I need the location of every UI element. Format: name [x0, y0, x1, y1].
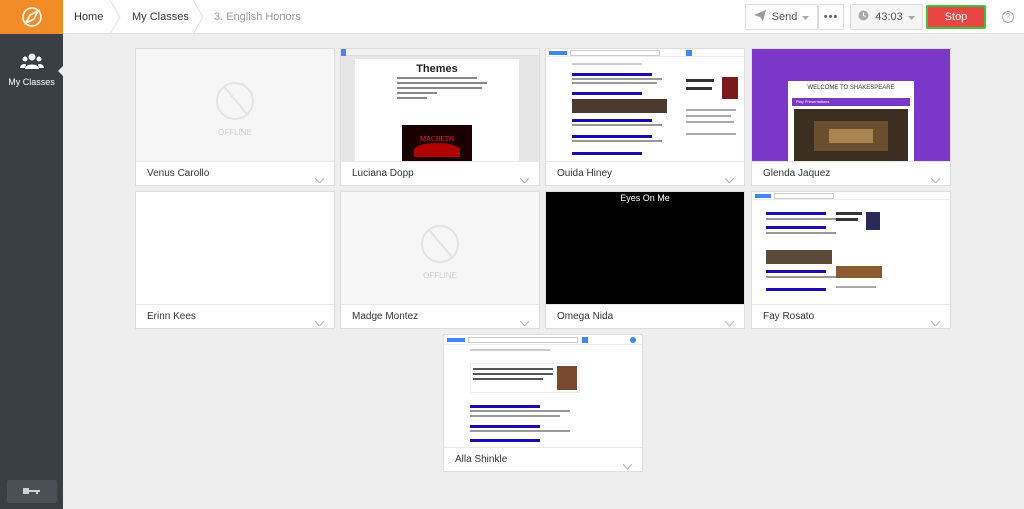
- sidebar-item-my-classes[interactable]: My Classes: [0, 52, 63, 102]
- users-icon: [19, 53, 44, 74]
- breadcrumb-separator: [192, 0, 204, 34]
- chevron-down-icon: [907, 11, 915, 23]
- slide-page: WELCOME TO SHAKESPEARE Play Presentation…: [788, 81, 914, 161]
- student-name: Venus Carollo: [147, 168, 210, 179]
- screen-thumbnail: OFFLINE: [136, 49, 334, 161]
- student-name: Omega Nida: [557, 311, 614, 322]
- offline-icon: [421, 225, 459, 263]
- student-caption: Erinn Kees: [136, 304, 334, 328]
- chevron-down-icon[interactable]: [930, 313, 941, 331]
- chevron-down-icon[interactable]: [314, 170, 325, 188]
- globe-theatre-image: [794, 109, 908, 161]
- chevron-down-icon[interactable]: [724, 170, 735, 188]
- screen-thumbnail: [136, 192, 334, 304]
- doc-heading: Themes: [416, 63, 458, 75]
- student-caption: Luciana Dopp: [341, 161, 539, 185]
- student-card[interactable]: Ouida Hiney: [545, 48, 745, 186]
- key-icon: [23, 483, 41, 501]
- help-icon[interactable]: ?: [1002, 11, 1014, 23]
- book-covers: [836, 266, 882, 278]
- more-options-button[interactable]: •••: [818, 4, 844, 30]
- slide-title: WELCOME TO SHAKESPEARE: [807, 85, 895, 91]
- breadcrumb-separator: [109, 0, 121, 34]
- student-caption: Madge Montez: [341, 304, 539, 328]
- screen-thumbnail: [444, 335, 642, 447]
- student-name: Luciana Dopp: [352, 168, 414, 179]
- student-card[interactable]: Fay Rosato: [751, 191, 951, 329]
- student-card[interactable]: OFFLINE Madge Montez: [340, 191, 540, 329]
- student-card[interactable]: WELCOME TO SHAKESPEARE Play Presentation…: [751, 48, 951, 186]
- student-name: Madge Montez: [352, 311, 419, 322]
- student-name: Glenda Jaquez: [763, 168, 831, 179]
- sidebar-item-label: My Classes: [8, 77, 55, 87]
- active-indicator: [58, 66, 63, 76]
- sidebar: My Classes: [0, 0, 63, 509]
- slide-subtitle: Play Presentations: [796, 99, 830, 104]
- screen-thumbnail: [752, 192, 950, 304]
- top-bar: Home My Classes 3. English Honors Send •…: [63, 0, 1024, 34]
- compass-logo-icon[interactable]: [0, 0, 63, 34]
- timer-value: 43:03: [875, 11, 903, 23]
- chevron-down-icon[interactable]: [622, 456, 633, 474]
- student-caption: Glenda Jaquez: [752, 161, 950, 185]
- student-caption: Venus Carollo: [136, 161, 334, 185]
- sign-out-button[interactable]: [7, 480, 57, 503]
- student-card[interactable]: Erinn Kees: [135, 191, 335, 329]
- ellipsis-icon: •••: [823, 11, 839, 23]
- video-title: Eyes On Me: [620, 193, 670, 203]
- chevron-down-icon: [802, 11, 810, 23]
- paper-plane-icon: [753, 10, 766, 24]
- image-strip: [766, 250, 832, 264]
- knowledge-panel: [470, 363, 580, 393]
- screen-thumbnail: Eyes On Me: [546, 192, 744, 304]
- student-name: Fay Rosato: [763, 311, 815, 322]
- chevron-down-icon[interactable]: [314, 313, 325, 331]
- send-label: Send: [771, 11, 798, 23]
- chevron-down-icon[interactable]: [519, 170, 530, 188]
- student-card[interactable]: Alla Shinkle: [443, 334, 643, 472]
- student-caption: Omega Nida: [546, 304, 744, 328]
- student-caption: Alla Shinkle: [444, 447, 642, 471]
- timer-dropdown[interactable]: 43:03: [850, 4, 923, 30]
- student-card[interactable]: Eyes On Me Omega Nida: [545, 191, 745, 329]
- breadcrumb-home[interactable]: Home: [74, 0, 103, 34]
- image-strip: [572, 99, 667, 113]
- offline-label: OFFLINE: [218, 128, 252, 137]
- stop-button[interactable]: Stop: [926, 5, 986, 29]
- screen-thumbnail: [546, 49, 744, 161]
- screen-thumbnail: OFFLINE: [341, 192, 539, 304]
- breadcrumb-my-classes[interactable]: My Classes: [132, 0, 189, 34]
- offline-icon: [216, 82, 254, 120]
- doc-page: Themes MACBETH: [355, 59, 519, 161]
- student-name: Ouida Hiney: [557, 168, 613, 179]
- clock-icon: [858, 10, 869, 24]
- screen-thumbnail: WELCOME TO SHAKESPEARE Play Presentation…: [752, 49, 950, 161]
- macbeth-image: MACBETH: [402, 125, 472, 161]
- offline-label: OFFLINE: [423, 271, 457, 280]
- docs-icon: [341, 49, 346, 56]
- chevron-down-icon[interactable]: [930, 170, 941, 188]
- student-caption: Fay Rosato: [752, 304, 950, 328]
- chevron-down-icon[interactable]: [519, 313, 530, 331]
- breadcrumb-current: 3. English Honors: [214, 11, 301, 23]
- student-caption: Ouida Hiney: [546, 161, 744, 185]
- send-button[interactable]: Send: [745, 4, 818, 30]
- student-name: Alla Shinkle: [455, 454, 508, 465]
- doc-toolbar: [341, 49, 539, 56]
- chevron-down-icon[interactable]: [724, 313, 735, 331]
- student-card[interactable]: OFFLINE Venus Carollo: [135, 48, 335, 186]
- screen-thumbnail: Themes MACBETH: [341, 49, 539, 161]
- student-card[interactable]: Themes MACBETH Luciana Dopp: [340, 48, 540, 186]
- student-name: Erinn Kees: [147, 311, 196, 322]
